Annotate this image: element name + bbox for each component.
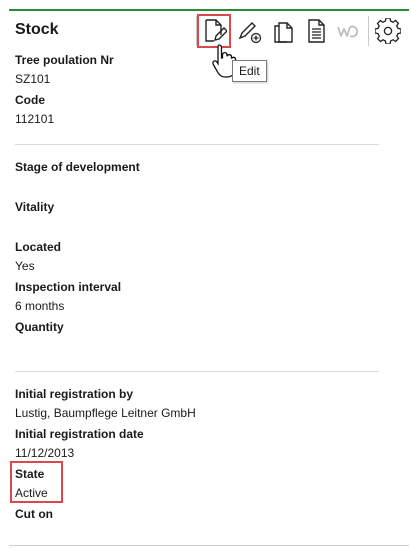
tree-population-value: SZ101 bbox=[15, 72, 51, 86]
inspection-interval-label: Inspection interval bbox=[15, 280, 122, 294]
document-icon bbox=[308, 19, 325, 43]
toolbar bbox=[0, 14, 411, 50]
initial-registration-date-value: 11/12/2013 bbox=[15, 446, 75, 460]
copy-icon bbox=[274, 22, 293, 43]
vitality-label: Vitality bbox=[15, 200, 55, 214]
stage-of-development-label: Stage of development bbox=[15, 160, 140, 174]
edit-document-icon bbox=[205, 19, 227, 42]
header-accent-line bbox=[9, 9, 409, 11]
toolbar-separator bbox=[368, 16, 369, 46]
code-value: 112101 bbox=[15, 112, 55, 126]
wd-button[interactable] bbox=[332, 14, 366, 48]
document-button[interactable] bbox=[299, 14, 333, 48]
wd-icon bbox=[337, 25, 358, 38]
initial-registration-by-value: Lustig, Baumpflege Leitner GmbH bbox=[15, 406, 196, 420]
initial-registration-date-label: Initial registration date bbox=[15, 427, 144, 441]
cut-on-label: Cut on bbox=[15, 507, 53, 521]
copy-button[interactable] bbox=[266, 14, 300, 48]
located-value: Yes bbox=[15, 259, 35, 273]
edit-tooltip: Edit bbox=[232, 60, 267, 82]
section-divider bbox=[15, 144, 379, 145]
bottom-divider bbox=[9, 545, 409, 546]
code-label: Code bbox=[15, 93, 45, 107]
inspection-interval-value: 6 months bbox=[15, 299, 65, 313]
quantity-label: Quantity bbox=[15, 320, 64, 334]
state-label: State bbox=[15, 467, 45, 481]
initial-registration-by-label: Initial registration by bbox=[15, 387, 134, 401]
located-label: Located bbox=[15, 240, 62, 254]
tree-population-label: Tree poulation Nr bbox=[15, 53, 114, 67]
state-value: Active bbox=[15, 486, 48, 500]
settings-button[interactable] bbox=[371, 14, 405, 48]
gear-icon bbox=[375, 18, 401, 44]
section-divider bbox=[15, 371, 379, 372]
pencil-add-icon bbox=[238, 22, 262, 44]
